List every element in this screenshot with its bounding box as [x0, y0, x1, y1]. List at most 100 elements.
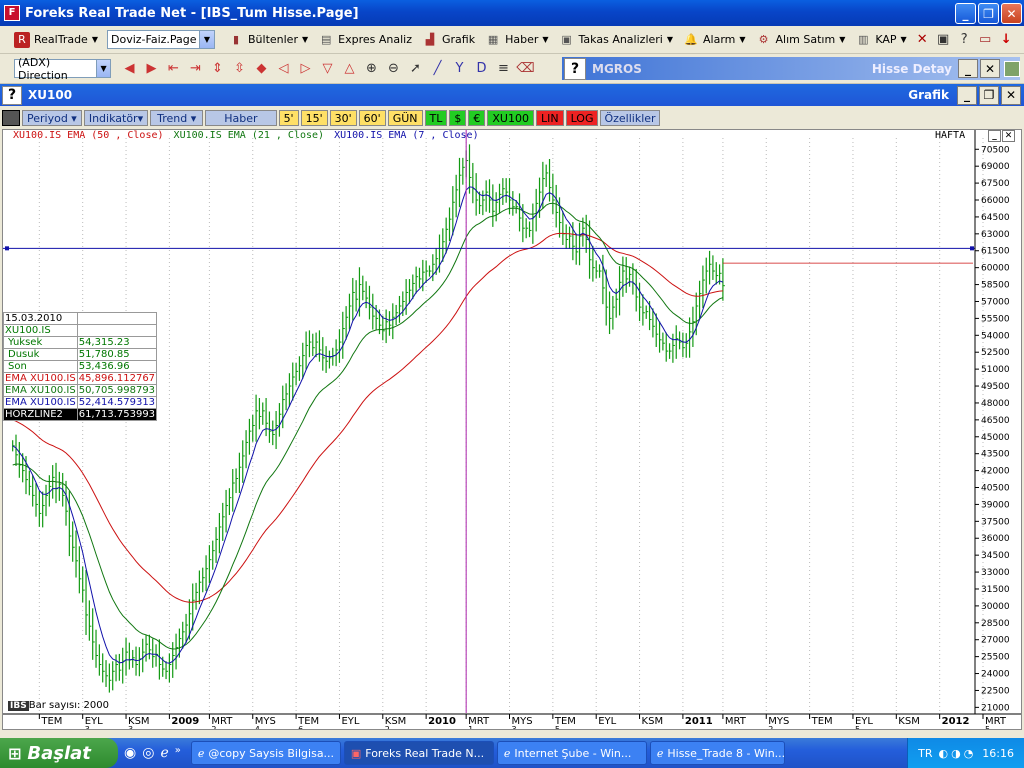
windows-logo-icon: ⊞	[8, 743, 22, 763]
currency-tl-button[interactable]: TL	[424, 110, 448, 126]
taskbar-item[interactable]: ℯ Internet Şube - Win...	[496, 741, 647, 765]
taskbar-item[interactable]: ℯ Hisse_Trade 8 - Win...	[649, 741, 785, 765]
period-15-button[interactable]: 15'	[300, 110, 328, 126]
currency-usd-button[interactable]: $	[449, 110, 467, 126]
page-select[interactable]: Doviz-Faiz.Page ▼	[107, 30, 215, 49]
down-icon[interactable]: ▽	[317, 58, 338, 79]
indikator-menu[interactable]: Indikatör▾	[83, 110, 149, 126]
y-tick-label: 43500	[981, 450, 1010, 460]
chart-minimize-button[interactable]: _	[957, 85, 977, 105]
y-tick-label: 58500	[981, 281, 1010, 291]
save-icon[interactable]: ▣	[933, 29, 954, 50]
pointer-icon[interactable]: ➚	[405, 58, 426, 79]
realtrade-menu[interactable]: R RealTrade ▼	[0, 29, 103, 51]
takas-menu[interactable]: ▣ Takas Analizleri ▼	[554, 29, 678, 51]
more-icon[interactable]: »	[175, 745, 181, 761]
row-label: Yuksek	[3, 336, 78, 349]
horizontal-line-handle	[970, 246, 974, 251]
fork-icon[interactable]: Y	[449, 58, 470, 79]
zoom-out-icon[interactable]: ⊖	[383, 58, 404, 79]
grafik-button[interactable]: ▟ Grafik	[417, 29, 480, 51]
x-tick-sublabel: 3	[85, 725, 90, 729]
help-icon[interactable]: ?	[564, 57, 586, 80]
prev-icon[interactable]: ◁	[273, 58, 294, 79]
chart-canvas[interactable]: 21000 22500 24000 25500 27000 28500 30000 31500…	[3, 130, 1021, 729]
haber-button[interactable]: Haber	[205, 110, 277, 126]
taskbar-item[interactable]: ℯ @copy Saysis Bilgisa...	[190, 741, 341, 765]
hisse-icon	[1004, 60, 1020, 77]
scale-log-button[interactable]: LOG	[565, 110, 599, 126]
alim-satim-menu[interactable]: ⚙ Alım Satım ▼	[751, 29, 851, 51]
taskbar-item[interactable]: ▣ Foreks Real Trade N...	[343, 741, 494, 765]
period-60-button[interactable]: 60'	[358, 110, 386, 126]
kap-icon: ▥	[858, 32, 869, 46]
period-5-button[interactable]: 5'	[278, 110, 299, 126]
zoom-in-icon[interactable]: ⊕	[361, 58, 382, 79]
next-icon[interactable]: ▷	[295, 58, 316, 79]
firefox-icon[interactable]: ◉	[124, 745, 136, 761]
text-tool-icon[interactable]: D	[471, 58, 492, 79]
subchart-min-button[interactable]: _	[988, 130, 1001, 142]
chart-menu-icon[interactable]	[2, 110, 20, 126]
currency-eur-button[interactable]: €	[468, 110, 486, 126]
haber-menu[interactable]: ▦ Haber ▼	[480, 29, 553, 51]
down-arrow-icon[interactable]: ↓	[996, 29, 1017, 50]
scale-lin-button[interactable]: LIN	[535, 110, 564, 126]
scroll-left-icon[interactable]: ◀	[119, 58, 140, 79]
help-icon[interactable]: ?	[954, 29, 975, 50]
alarm-menu[interactable]: 🔔 Alarm ▼	[678, 29, 751, 51]
up-icon[interactable]: △	[339, 58, 360, 79]
expres-analiz-button[interactable]: ▤ Expres Analiz	[313, 29, 417, 51]
chevron-down-icon: ▼	[301, 35, 309, 44]
y-tick-label: 36000	[981, 534, 1010, 544]
maximize-button[interactable]: ❐	[978, 3, 999, 24]
bell-icon: 🔔	[684, 32, 698, 46]
browser-icon[interactable]: ◎	[142, 745, 154, 761]
chart-close-button[interactable]: ✕	[1001, 85, 1021, 105]
expand-icon[interactable]: ⇥	[185, 58, 206, 79]
indicator-select[interactable]: (ADX) Direction ▼	[14, 56, 111, 82]
ozellikler-button[interactable]: Özellikler	[600, 110, 660, 126]
x-tick-label: 2011	[685, 716, 713, 727]
ie-icon: ℯ	[656, 746, 664, 760]
table-date: 15.03.2010	[3, 312, 78, 325]
trade-icon: ⚙	[758, 32, 769, 46]
takas-icon: ▣	[561, 32, 572, 46]
row-value: 52,414.579313	[76, 396, 158, 409]
trendline-icon[interactable]: ╱	[427, 58, 448, 79]
price-chart[interactable]: 21000 22500 24000 25500 27000 28500 30000 31500…	[2, 129, 1022, 730]
period-gun-button[interactable]: GÜN	[387, 110, 423, 126]
y-tick-label: 64500	[981, 213, 1010, 223]
xu100-button[interactable]: XU100	[487, 110, 534, 126]
x-tick-sublabel: 4	[255, 725, 260, 729]
scroll-right-icon[interactable]: ▶	[141, 58, 162, 79]
start-button[interactable]: ⊞ Başlat	[0, 738, 118, 768]
compress-icon[interactable]: ⇤	[163, 58, 184, 79]
hisse-minimize-button[interactable]: _	[958, 59, 978, 78]
vertical-scale-icon[interactable]: ⇳	[229, 58, 250, 79]
vertical-fit-icon[interactable]: ⇕	[207, 58, 228, 79]
bultenler-menu[interactable]: ▮ Bültenler ▼	[223, 29, 313, 51]
minimize-button[interactable]: _	[955, 3, 976, 24]
language-indicator[interactable]: TR	[918, 747, 932, 760]
help-icon[interactable]: ?	[2, 85, 22, 105]
erase-icon[interactable]: ⌫	[515, 58, 536, 79]
chevron-down-icon: ▼	[666, 35, 673, 44]
chart-restore-button[interactable]: ❐	[979, 85, 999, 105]
periyod-menu[interactable]: Periyod ▾	[22, 110, 82, 126]
analysis-icon: ▤	[320, 32, 332, 46]
hisse-close-button[interactable]: ✕	[980, 59, 1000, 78]
ie-icon[interactable]: ℯ	[160, 745, 168, 761]
diamond-icon[interactable]: ◆	[251, 58, 272, 79]
close-button[interactable]: ✕	[1001, 3, 1022, 24]
trend-menu[interactable]: Trend ▾	[150, 110, 204, 126]
ibs-logo: IBS	[8, 701, 29, 711]
y-tick-label: 69000	[981, 162, 1010, 172]
kap-menu[interactable]: ▥ KAP ▼	[850, 29, 911, 51]
close-x-icon[interactable]: ✕	[912, 29, 933, 50]
fibonacci-icon[interactable]: ≡	[493, 58, 514, 79]
period-30-button[interactable]: 30'	[329, 110, 357, 126]
window-icon[interactable]: ▭	[975, 29, 996, 50]
chevron-down-icon: ▼	[96, 60, 110, 77]
subchart-close-button[interactable]: ✕	[1002, 130, 1015, 142]
